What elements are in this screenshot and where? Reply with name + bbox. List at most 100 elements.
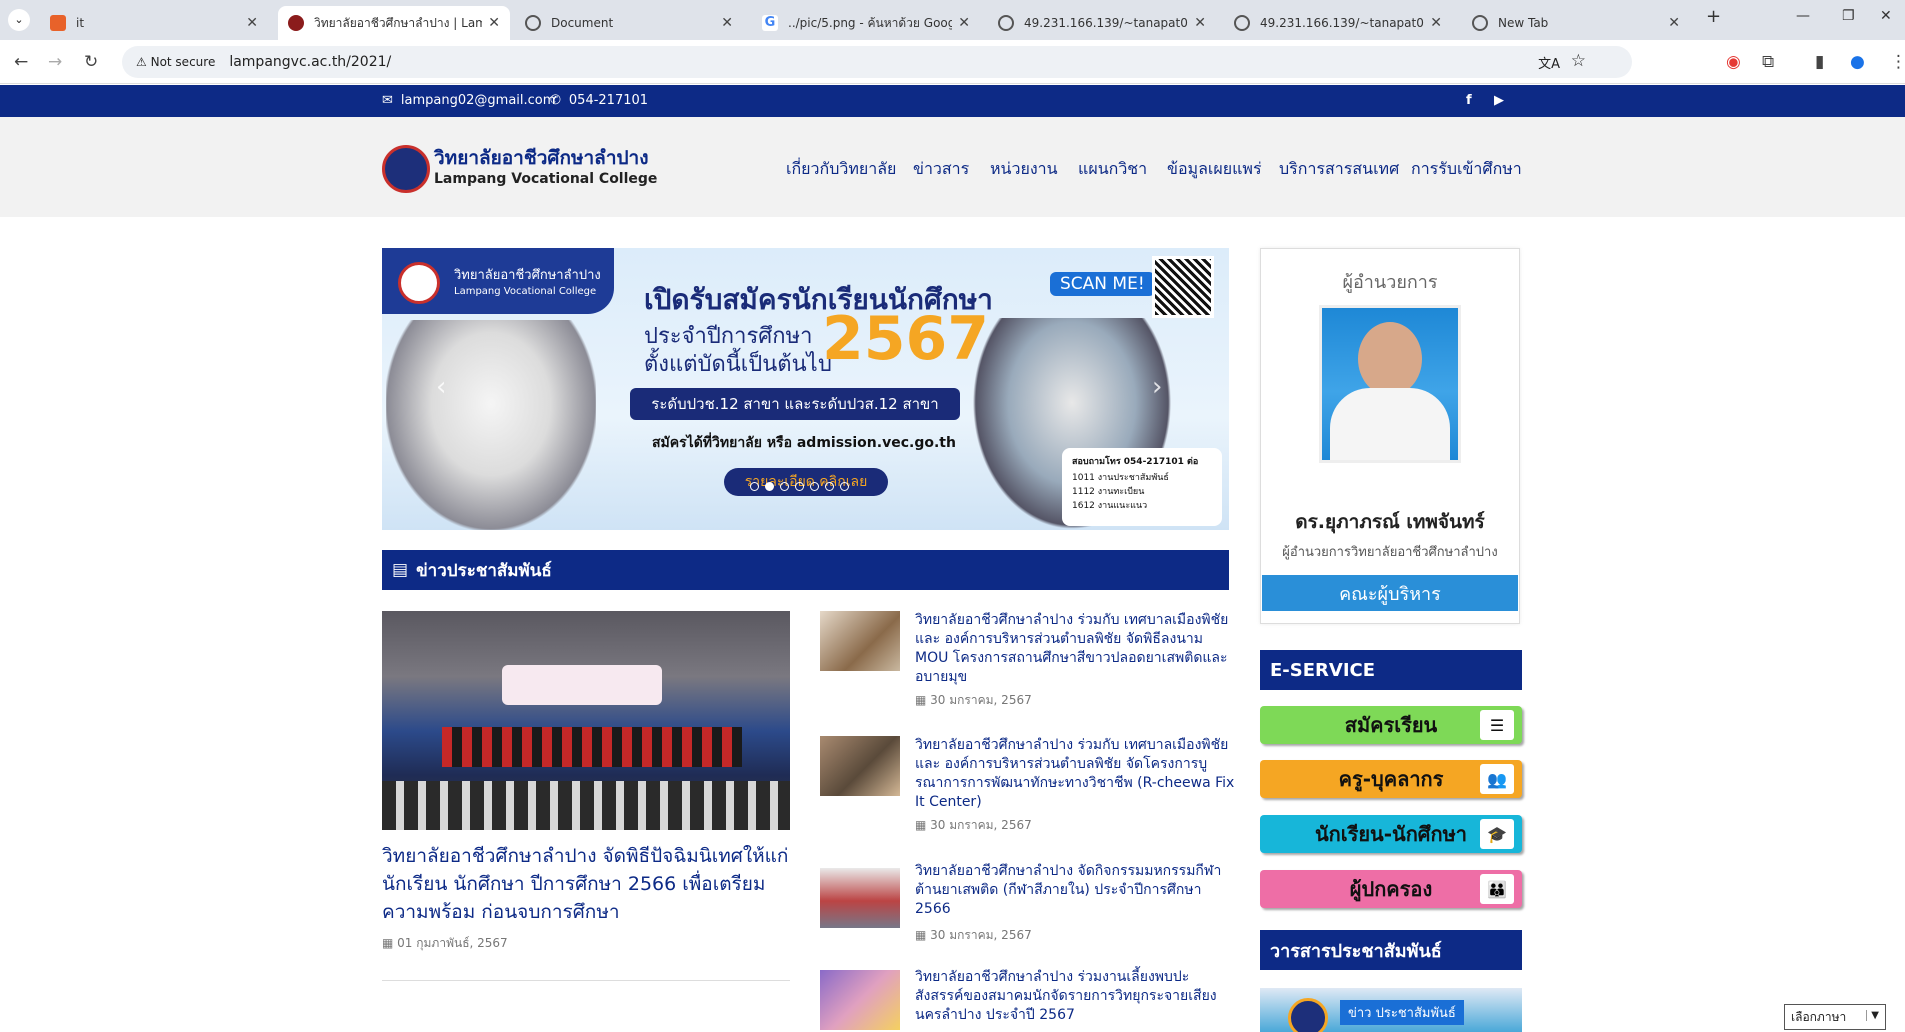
director-position: ผู้อำนวยการวิทยาลัยอาชีวศึกษาลำปาง bbox=[1282, 545, 1498, 560]
browser-tab[interactable]: 49.231.166.139/~tanapat02/css ✕ bbox=[1224, 6, 1452, 40]
eservice-parents-button[interactable]: ผู้ปกครอง 👪 bbox=[1260, 870, 1522, 908]
extension-record-icon[interactable]: ◉ bbox=[1726, 52, 1741, 72]
youtube-icon[interactable]: ▶ bbox=[1494, 93, 1504, 108]
banner-apply-text: สมัครได้ที่วิทยาลัย หรือ admission.vec.g… bbox=[652, 435, 956, 451]
back-icon[interactable]: ← bbox=[14, 52, 28, 72]
banner-subline-2: ตั้งแต่บัดนี้เป็นต้นไป bbox=[644, 352, 832, 377]
eservice-students-button[interactable]: นักเรียน-นักศึกษา 🎓 bbox=[1260, 815, 1522, 853]
close-icon[interactable]: ✕ bbox=[246, 15, 258, 31]
url-text[interactable]: lampangvc.ac.th/2021/ bbox=[229, 54, 391, 70]
translate-icon[interactable]: 文A bbox=[1538, 53, 1560, 72]
stage-banner bbox=[502, 665, 662, 705]
close-icon[interactable]: ✕ bbox=[958, 15, 970, 31]
banner-students-left bbox=[386, 320, 596, 530]
nav-news[interactable]: ข่าวสาร bbox=[913, 157, 969, 182]
language-select[interactable]: เลือกภาษา ▼ bbox=[1784, 1004, 1886, 1030]
main-news-title[interactable]: วิทยาลัยอาชีวศึกษาลำปาง จัดพิธีปัจฉิมนิเ… bbox=[382, 842, 790, 926]
banner-contact-box: สอบถามโทร 054-217101 ต่อ 1011 งานประชาสั… bbox=[1062, 448, 1222, 526]
slider-dot[interactable] bbox=[825, 482, 834, 491]
phone-icon: ✆ bbox=[550, 93, 561, 108]
nav-departments[interactable]: หน่วยงาน bbox=[990, 157, 1058, 182]
college-logo[interactable]: วิทยาลัยอาชีวศึกษาลำปาง Lampang Vocation… bbox=[382, 139, 657, 199]
banner-year: 2567 bbox=[822, 304, 989, 374]
address-bar[interactable]: ⚠ Not secure lampangvc.ac.th/2021/ 文A ☆ bbox=[122, 46, 1632, 78]
facebook-icon[interactable]: f bbox=[1466, 93, 1472, 108]
new-tab-button[interactable]: + bbox=[1706, 6, 1721, 27]
close-icon[interactable]: ✕ bbox=[721, 15, 733, 31]
slider-dot[interactable] bbox=[780, 482, 789, 491]
restore-button[interactable]: ❐ bbox=[1842, 8, 1855, 24]
slider-next-arrow[interactable]: › bbox=[1152, 372, 1162, 402]
google-icon: G bbox=[762, 15, 778, 31]
director-heading: ผู้อำนวยการ bbox=[1342, 272, 1438, 293]
college-emblem-icon bbox=[382, 145, 430, 193]
newspaper-icon: ▤ bbox=[392, 560, 409, 580]
tab-list-dropdown[interactable]: ⌄ bbox=[8, 9, 30, 31]
eservice-staff-button[interactable]: ครู-บุคลากร 👥 bbox=[1260, 760, 1522, 798]
hero-slider[interactable]: วิทยาลัยอาชีวศึกษาลำปาง Lampang Vocation… bbox=[382, 248, 1229, 530]
globe-icon bbox=[1472, 15, 1488, 31]
extensions-puzzle-icon[interactable]: ⧉ bbox=[1762, 52, 1774, 72]
close-icon[interactable]: ✕ bbox=[488, 15, 500, 31]
calendar-icon: ▦ bbox=[915, 818, 927, 832]
close-icon[interactable]: ✕ bbox=[1430, 15, 1442, 31]
calendar-icon: ▦ bbox=[382, 936, 394, 950]
nav-info-services[interactable]: บริการสารสนเทศ bbox=[1279, 157, 1399, 182]
news-thumbnail bbox=[820, 736, 900, 796]
close-icon[interactable]: ✕ bbox=[1194, 15, 1206, 31]
nav-admissions[interactable]: การรับเข้าศึกษา bbox=[1411, 157, 1522, 182]
contact-email[interactable]: ✉ lampang02@gmail.com bbox=[382, 93, 555, 108]
nav-publications[interactable]: ข้อมูลเผยแพร่ bbox=[1167, 157, 1262, 182]
close-icon[interactable]: ✕ bbox=[1668, 15, 1680, 31]
bookmark-star-icon[interactable]: ☆ bbox=[1571, 51, 1586, 71]
forward-icon[interactable]: → bbox=[48, 52, 62, 72]
side-panel-icon[interactable]: ▮ bbox=[1815, 52, 1824, 72]
slider-dot[interactable] bbox=[750, 482, 759, 491]
director-portrait bbox=[1358, 322, 1422, 396]
site-header: วิทยาลัยอาชีวศึกษาลำปาง Lampang Vocation… bbox=[0, 117, 1905, 217]
contact-phone[interactable]: ✆ 054-217101 bbox=[550, 93, 648, 108]
browser-tab[interactable]: New Tab ✕ bbox=[1462, 6, 1690, 40]
minimize-button[interactable]: — bbox=[1796, 8, 1810, 24]
stage-performers bbox=[442, 727, 742, 767]
browser-tab[interactable]: Document ✕ bbox=[515, 6, 743, 40]
news-list-item[interactable]: วิทยาลัยอาชีวศึกษาลำปาง จัดกิจกรรมมหกรรม… bbox=[820, 862, 1240, 942]
director-photo[interactable] bbox=[1319, 305, 1461, 463]
slider-dot[interactable] bbox=[765, 482, 774, 491]
slider-dot[interactable] bbox=[840, 482, 849, 491]
tab-favicon-icon bbox=[288, 15, 304, 31]
window-close-button[interactable]: ✕ bbox=[1880, 8, 1892, 24]
slider-prev-arrow[interactable]: ‹ bbox=[436, 372, 446, 402]
nav-programs[interactable]: แผนกวิชา bbox=[1078, 157, 1147, 182]
graduates-icon: 🎓 bbox=[1480, 819, 1514, 849]
browser-tab-active[interactable]: วิทยาลัยอาชีวศึกษาลำปาง | Lampang ✕ bbox=[278, 6, 510, 40]
journal-thumbnail[interactable]: ข่าว ประชาสัมพันธ์ bbox=[1260, 988, 1522, 1032]
news-thumbnail bbox=[820, 970, 900, 1030]
badge-emblem-icon bbox=[398, 262, 440, 304]
browser-tab[interactable]: G ../pic/5.png - ค้นหาด้วย Google ✕ bbox=[752, 6, 980, 40]
eservice-enroll-button[interactable]: สมัครเรียน ☰ bbox=[1260, 706, 1522, 744]
reload-icon[interactable]: ↻ bbox=[84, 52, 98, 72]
nav-about[interactable]: เกี่ยวกับวิทยาลัย bbox=[786, 157, 896, 182]
browser-tab-strip: ⌄ it ✕ วิทยาลัยอาชีวศึกษาลำปาง | Lampang… bbox=[0, 0, 1905, 40]
profile-avatar-icon[interactable]: ● bbox=[1850, 52, 1865, 72]
security-indicator[interactable]: ⚠ Not secure bbox=[136, 55, 215, 69]
envelope-icon: ✉ bbox=[382, 93, 393, 108]
menu-kebab-icon[interactable]: ⋮ bbox=[1890, 52, 1905, 72]
news-list-item[interactable]: วิทยาลัยอาชีวศึกษาลำปาง ร่วมงานเลี้ยงพบป… bbox=[820, 968, 1240, 1032]
journal-emblem-icon bbox=[1288, 998, 1328, 1032]
news-list-item[interactable]: วิทยาลัยอาชีวศึกษาลำปาง ร่วมกับ เทศบาลเม… bbox=[820, 611, 1240, 711]
calendar-icon: ▦ bbox=[915, 693, 927, 707]
eservice-header: E-SERVICE bbox=[1260, 650, 1522, 690]
executive-board-button[interactable]: คณะผู้บริหาร bbox=[1262, 575, 1518, 611]
warning-icon: ⚠ bbox=[136, 55, 147, 69]
news-thumbnail bbox=[820, 868, 900, 928]
slider-dot[interactable] bbox=[795, 482, 804, 491]
globe-icon bbox=[998, 15, 1014, 31]
slider-dot[interactable] bbox=[810, 482, 819, 491]
news-list-item[interactable]: วิทยาลัยอาชีวศึกษาลำปาง ร่วมกับ เทศบาลเม… bbox=[820, 736, 1240, 836]
logo-title-th: วิทยาลัยอาชีวศึกษาลำปาง bbox=[434, 147, 649, 169]
main-news-image[interactable] bbox=[382, 611, 790, 830]
browser-tab[interactable]: it ✕ bbox=[40, 6, 268, 40]
browser-tab[interactable]: 49.231.166.139/~tanapat02/css ✕ bbox=[988, 6, 1216, 40]
